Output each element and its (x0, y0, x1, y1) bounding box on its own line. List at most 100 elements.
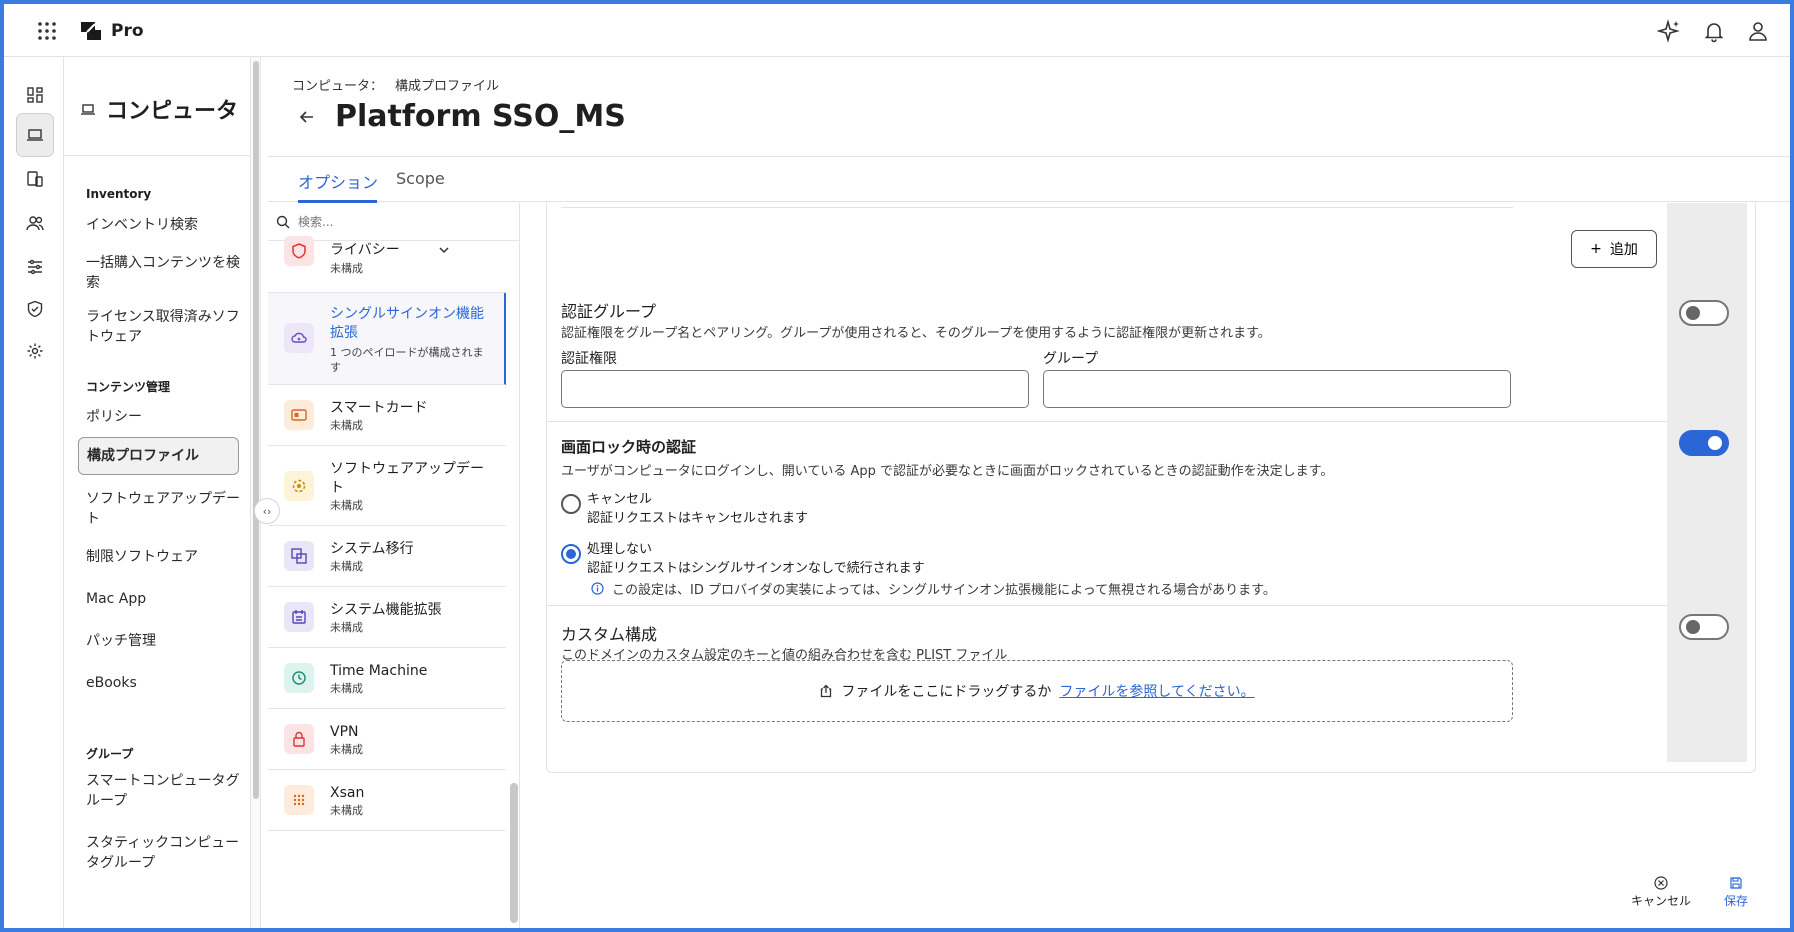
nav-item-restricted-software[interactable]: 制限ソフトウェア (86, 547, 241, 567)
radio-cancel[interactable] (561, 494, 581, 514)
payload-item-system-extensions[interactable]: システム機能拡張 未構成 (268, 587, 506, 648)
payload-scrollbar[interactable] (510, 783, 518, 923)
screen-lock-toggle[interactable] (1679, 430, 1729, 456)
payload-item-system-migration[interactable]: システム移行 未構成 (268, 526, 506, 587)
rail-security[interactable] (16, 287, 54, 331)
nav-item-mac-app[interactable]: Mac App (86, 589, 241, 609)
screen-lock-title: 画面ロック時の認証 (561, 438, 697, 456)
payload-item-xsan[interactable]: Xsan 未構成 (268, 770, 506, 831)
add-button[interactable]: + 追加 (1571, 230, 1657, 268)
cancel-button[interactable]: キャンセル (1631, 876, 1691, 909)
breadcrumb-current: 構成プロファイル (395, 79, 500, 94)
nav-scrollbar[interactable] (251, 57, 261, 928)
payload-item-time-machine[interactable]: Time Machine 未構成 (268, 648, 506, 709)
divider (561, 207, 1513, 208)
radio-do-nothing-label: 処理しない (587, 542, 653, 557)
user-profile-icon[interactable] (1746, 19, 1770, 43)
payload-item-smart-card[interactable]: スマートカード 未構成 (268, 385, 506, 446)
close-circle-icon (1654, 876, 1668, 890)
nav-item-static-groups[interactable]: スタティックコンピュータグループ (86, 833, 241, 873)
lock-icon (284, 724, 314, 754)
nav-item-ebooks[interactable]: eBooks (86, 673, 241, 693)
icon-rail (4, 57, 64, 928)
payload-status: 未構成 (330, 743, 363, 756)
nav-item-config-profiles[interactable]: 構成プロファイル (78, 437, 239, 475)
custom-config-toggle[interactable] (1679, 614, 1729, 640)
nav-item-policies[interactable]: ポリシー (86, 407, 241, 427)
payload-status: 未構成 (330, 621, 363, 634)
tab-options[interactable]: オプション (298, 169, 378, 193)
tab-bar: オプション Scope (268, 156, 1790, 203)
app-name: Pro (111, 21, 144, 41)
clock-history-icon (284, 663, 314, 693)
top-bar: Pro (4, 4, 1790, 57)
nav-title: コンピュータ (80, 93, 238, 125)
group-label: グループ (1043, 351, 1099, 367)
payload-item-vpn[interactable]: VPN 未構成 (268, 709, 506, 770)
devices-icon (27, 171, 43, 187)
apps-grid-icon[interactable] (35, 19, 59, 43)
nav-item-bulk-content-search[interactable]: 一括購入コンテンツを検索 (86, 253, 241, 293)
payload-item-sso-extension[interactable]: シングルサインオン機能拡張 1 つのペイロードが構成されます (268, 293, 506, 385)
nav-scroll-thumb[interactable] (253, 61, 259, 799)
logo-icon (81, 22, 101, 40)
save-disk-icon (1730, 877, 1742, 889)
payload-item-software-update[interactable]: ソフトウェアアップデート 未構成 (268, 446, 506, 526)
xsan-icon (284, 785, 314, 815)
nav-item-smart-groups[interactable]: スマートコンピュータグループ (86, 771, 241, 811)
payload-name: Time Machine (330, 663, 428, 679)
payload-name: システム移行 (330, 541, 414, 557)
collapse-panel-button[interactable]: ‹› (254, 498, 280, 524)
rail-dashboard[interactable] (16, 73, 54, 117)
app-window: Pro コンピュータ Inventory インベントリ検索 一括購入コンテンツを… (4, 4, 1790, 928)
radio-do-nothing[interactable] (561, 544, 581, 564)
computers-nav: コンピュータ Inventory インベントリ検索 一括購入コンテンツを検索 ラ… (64, 57, 251, 928)
payload-list: ライバシー 未構成 シングルサインオン機能拡張 1 つのペイロードが構成されます… (268, 203, 520, 928)
back-arrow-icon[interactable] (297, 107, 317, 127)
gear-icon (27, 343, 43, 359)
auth-groups-toggle[interactable] (1679, 300, 1729, 326)
settings-card: + 追加 認証グループ 認証権限をグループ名とペアリング。グループが使用されると… (546, 203, 1756, 773)
add-label: 追加 (1609, 242, 1638, 258)
chevron-down-icon[interactable] (438, 244, 450, 256)
dropzone-text: ファイルをここにドラッグするか (841, 684, 1052, 700)
nav-item-software-updates[interactable]: ソフトウェアアップデート (86, 489, 241, 529)
payload-item-privacy[interactable]: ライバシー 未構成 (268, 213, 506, 293)
divider (547, 421, 1667, 422)
rail-devices[interactable] (16, 157, 54, 201)
rail-users[interactable] (16, 201, 54, 245)
cancel-label: キャンセル (1631, 894, 1692, 908)
file-dropzone[interactable]: ファイルをここにドラッグするか ファイルを参照してください。 (561, 660, 1513, 722)
payload-name: ライバシー (330, 242, 400, 258)
users-icon (26, 216, 44, 231)
save-button[interactable]: 保存 (1724, 876, 1748, 909)
payload-status: 1 つのペイロードが構成されます (330, 346, 484, 374)
radio-cancel-desc: 認証リクエストはキャンセルされます (587, 511, 809, 526)
payload-settings: + 追加 認証グループ 認証権限をグループ名とペアリング。グループが使用されると… (520, 203, 1790, 928)
divider (547, 605, 1667, 606)
breadcrumb-root[interactable]: コンピュータ： (292, 79, 383, 94)
tab-scope[interactable]: Scope (396, 169, 445, 188)
browse-file-link[interactable]: ファイルを参照してください。 (1059, 681, 1254, 701)
rail-settings-sliders[interactable] (16, 245, 54, 289)
auth-right-input[interactable] (561, 370, 1029, 408)
nav-item-licensed-software[interactable]: ライセンス取得済みソフトウェア (86, 307, 241, 347)
auth-groups-desc: 認証権限をグループ名とペアリング。グループが使用されると、そのグループを使用する… (561, 326, 1271, 341)
info-icon (591, 582, 604, 595)
group-input[interactable] (1043, 370, 1511, 408)
auth-groups-title: 認証グループ (561, 302, 657, 321)
nav-divider (64, 155, 250, 156)
sparkle-ai-icon[interactable] (1657, 19, 1681, 43)
nav-title-text: コンピュータ (106, 99, 239, 124)
rail-settings[interactable] (16, 329, 54, 373)
payload-status: 未構成 (330, 682, 363, 695)
nav-section-content: コンテンツ管理 (86, 380, 171, 394)
rail-computers[interactable] (16, 113, 54, 157)
upload-icon (821, 684, 832, 698)
nav-item-patch-management[interactable]: パッチ管理 (86, 631, 241, 651)
payload-name: ソフトウェアアップデート (330, 461, 484, 496)
payload-name: VPN (330, 724, 359, 740)
bell-icon[interactable] (1702, 19, 1726, 43)
nav-item-inventory-search[interactable]: インベントリ検索 (86, 215, 241, 235)
nav-section-inventory: Inventory (86, 187, 152, 201)
